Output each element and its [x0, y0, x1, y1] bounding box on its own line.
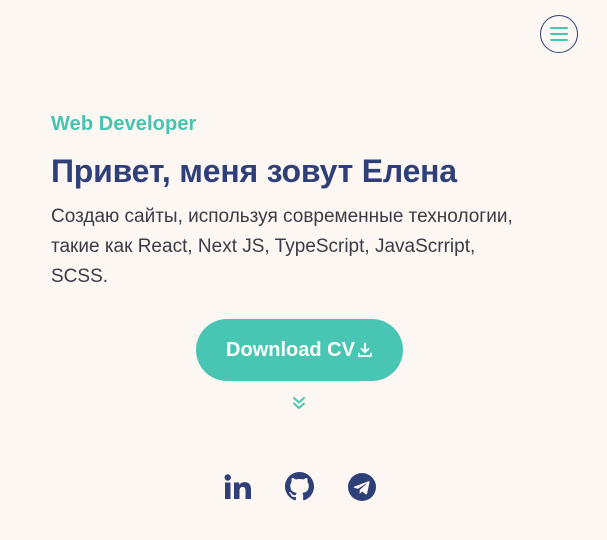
hero-description-line-2: такие как React, Next JS, TypeScript, Ja…	[51, 236, 476, 257]
hamburger-menu-icon	[550, 27, 568, 41]
github-icon	[285, 472, 314, 501]
linkedin-icon	[224, 473, 251, 499]
github-link[interactable]	[285, 472, 314, 501]
hero-description: Создаю сайты, используя современные техн…	[51, 202, 551, 292]
download-cv-label: Download CV	[226, 338, 355, 361]
role-label: Web Developer	[51, 113, 197, 135]
page-title: Привет, меня зовут Елена	[51, 153, 457, 189]
social-links	[223, 472, 376, 501]
hero-section: Web Developer Привет, меня зовут Елена С…	[51, 112, 551, 292]
telegram-icon	[347, 472, 376, 501]
scroll-down-button[interactable]	[290, 394, 308, 412]
hero-description-line-3: SCSS.	[51, 266, 109, 287]
download-cv-button[interactable]: Download CV	[196, 319, 403, 381]
chevron-double-down-icon	[293, 397, 305, 409]
linkedin-link[interactable]	[223, 472, 252, 501]
telegram-link[interactable]	[347, 472, 376, 501]
hero-description-line-1: Создаю сайты, используя современные техн…	[51, 206, 513, 227]
download-icon	[358, 342, 372, 357]
menu-button[interactable]	[540, 15, 578, 53]
